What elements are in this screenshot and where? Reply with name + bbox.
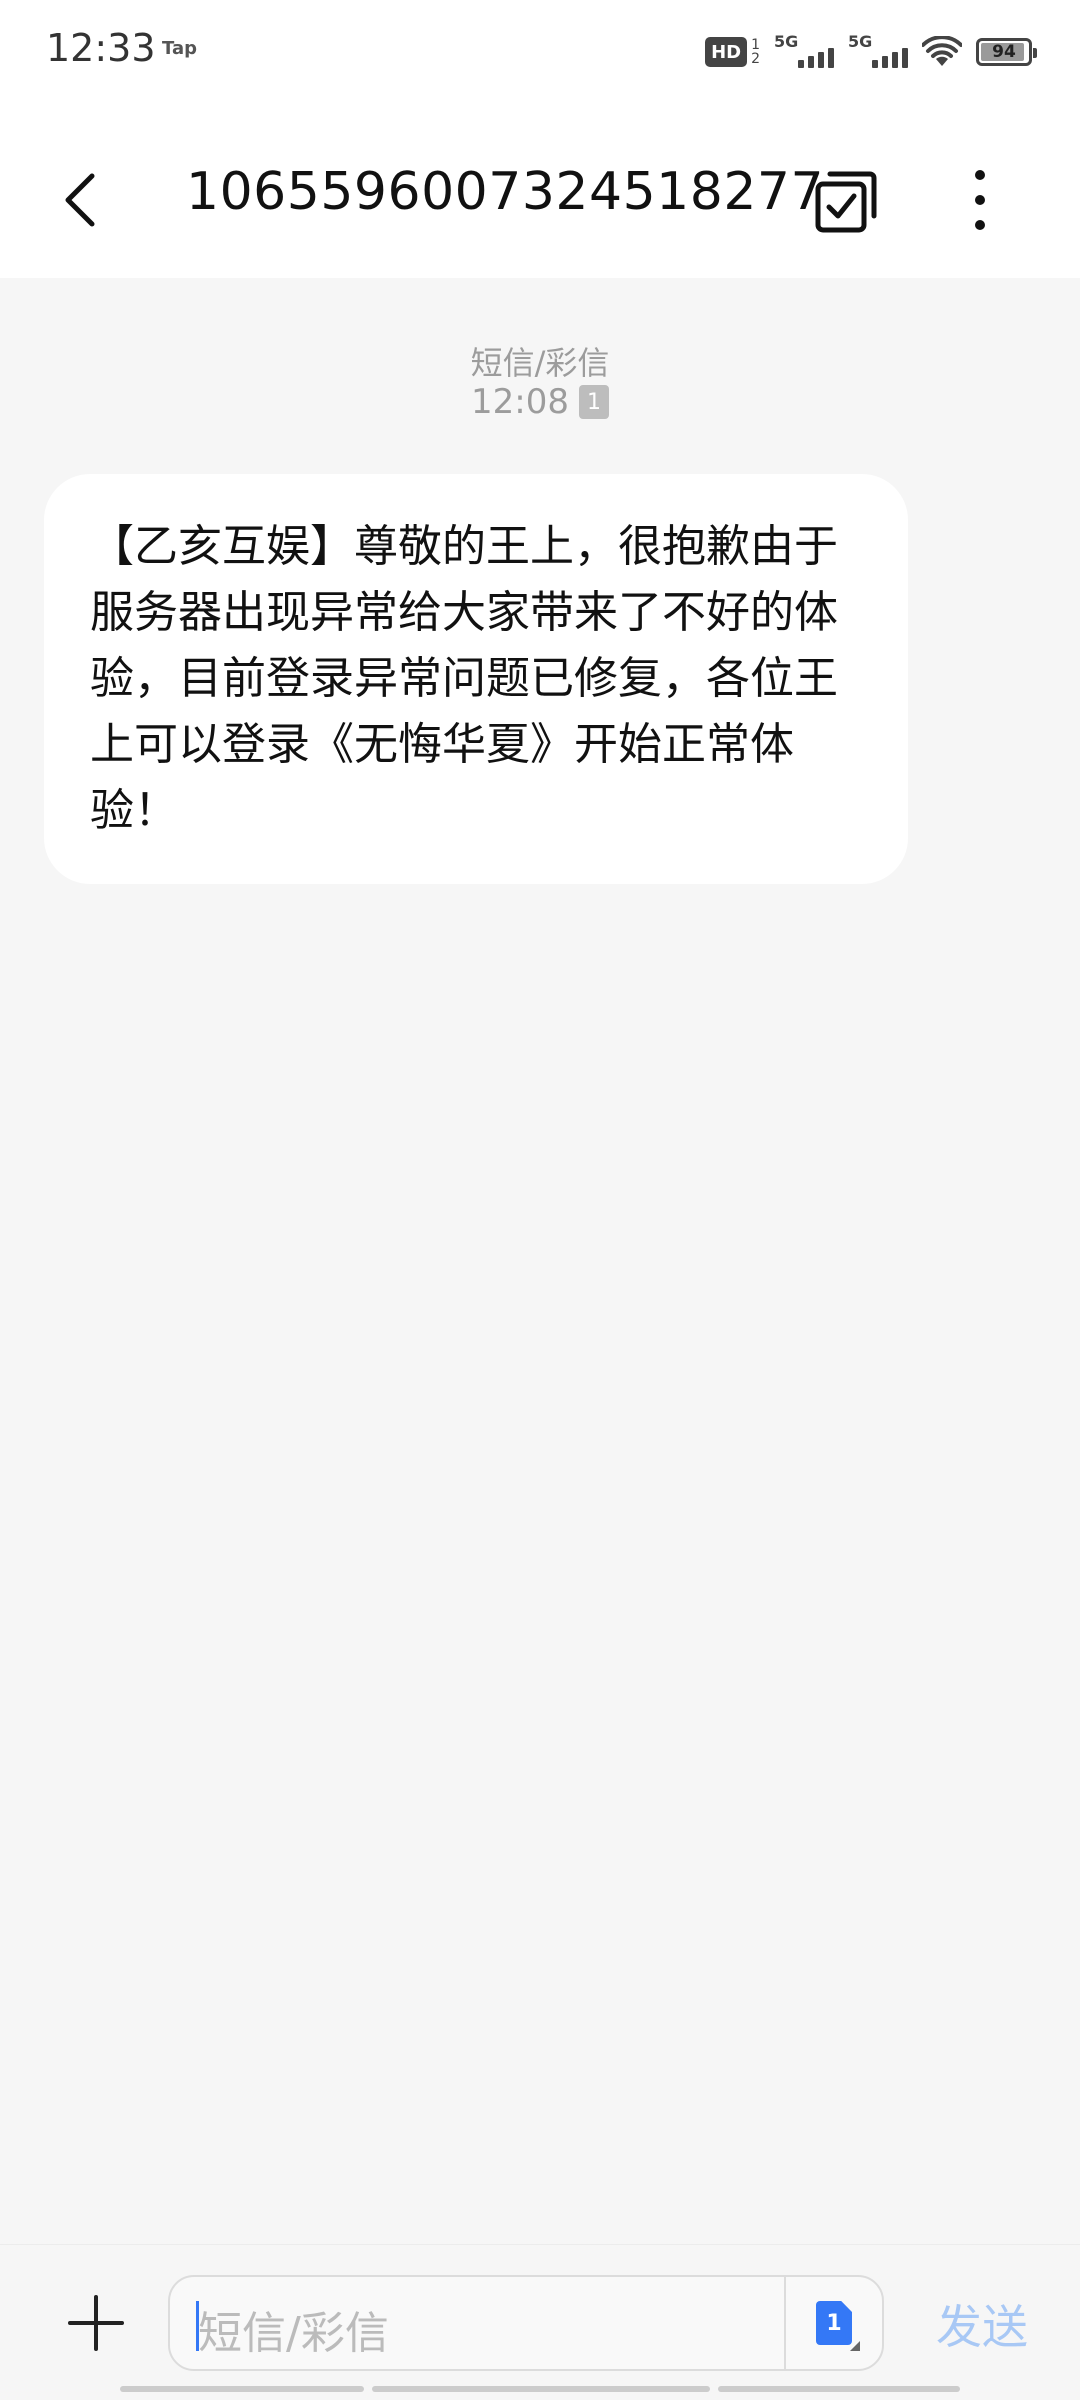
back-arrow-icon [65, 173, 95, 227]
nav-segment [372, 2386, 710, 2392]
battery-level: 94 [992, 42, 1016, 62]
status-icons: HD 1 2 5G 5G 94 [705, 30, 1037, 74]
hd-sim-bottom: 2 [751, 51, 760, 67]
status-time: 12:33 [46, 26, 156, 70]
message-list[interactable]: 短信/彩信 12:08 1 【乙亥互娱】尊敬的王上，很抱歉由于服务器出现异常给大… [0, 278, 1080, 2244]
sim1-network-label: 5G [774, 32, 799, 51]
sim-switch-indicator [850, 2341, 860, 2351]
sim-card-icon: 1 [816, 2301, 852, 2345]
nav-segment [718, 2386, 960, 2392]
sim-switch-button[interactable]: 1 [784, 2277, 882, 2369]
wifi-icon [922, 36, 962, 66]
message-timestamp: 12:08 [471, 382, 569, 422]
conversation-header: 1065596007324518277 [0, 100, 1080, 278]
messaging-screen: 12:33 Tap HD 1 2 5G 5G 94 10655960073245… [0, 0, 1080, 2400]
status-bar: 12:33 Tap HD 1 2 5G 5G 94 [0, 0, 1080, 100]
signal-5g-icon: 5G [774, 32, 834, 72]
sim-slot-badge: 1 [578, 385, 609, 419]
message-input-placeholder: 短信/彩信 [198, 2308, 389, 2359]
hd-sim-index: 1 2 [751, 38, 760, 66]
nav-gesture-bar [120, 2386, 960, 2392]
compose-bar: 短信/彩信 1 发送 [0, 2244, 1080, 2400]
signal-5g-icon: 5G [848, 32, 908, 72]
message-timestamp-row: 12:08 1 [0, 382, 1080, 422]
message-text: 【乙亥互娱】尊敬的王上，很抱歉由于服务器出现异常给大家带来了不好的体验，目前登录… [90, 521, 838, 836]
hd-voice-icon: HD [705, 37, 748, 67]
sim2-network-label: 5G [848, 32, 873, 51]
send-button[interactable]: 发送 [936, 2291, 1028, 2357]
contact-number: 1065596007324518277 [186, 162, 825, 222]
multi-select-icon [815, 171, 877, 233]
plus-icon [68, 2295, 124, 2351]
attach-button[interactable] [66, 2293, 126, 2353]
nav-segment [120, 2386, 364, 2392]
status-app-label: Tap [162, 38, 197, 59]
back-button[interactable] [60, 150, 140, 250]
multi-select-button[interactable] [808, 162, 884, 238]
message-bubble[interactable]: 【乙亥互娱】尊敬的王上，很抱歉由于服务器出现异常给大家带来了不好的体验，目前登录… [44, 474, 908, 884]
battery-icon: 94 [976, 38, 1037, 66]
message-type-label: 短信/彩信 [470, 344, 610, 382]
message-input[interactable]: 短信/彩信 1 [168, 2275, 884, 2371]
more-options-icon[interactable] [960, 160, 1000, 240]
